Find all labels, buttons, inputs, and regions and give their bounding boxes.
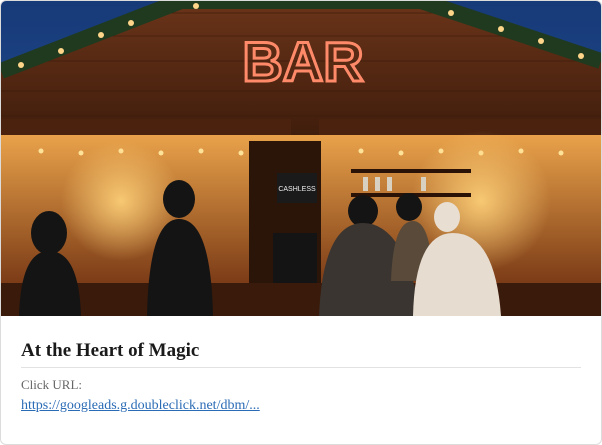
ad-image[interactable]: BAR CASHLESS	[1, 1, 601, 316]
click-url-link[interactable]: https://googleads.g.doubleclick.net/dbm/…	[21, 397, 260, 415]
ad-title: At the Heart of Magic	[21, 339, 581, 368]
bar-neon-sign: BAR	[242, 30, 363, 93]
christmas-bar-photo: BAR CASHLESS	[1, 1, 601, 316]
ad-preview-card: BAR CASHLESS At the Heart of Magic Click…	[0, 0, 602, 445]
cashless-sign: CASHLESS	[278, 186, 316, 193]
ad-details: At the Heart of Magic Click URL: https:/…	[21, 339, 581, 415]
click-url-label: Click URL:	[21, 377, 83, 392]
